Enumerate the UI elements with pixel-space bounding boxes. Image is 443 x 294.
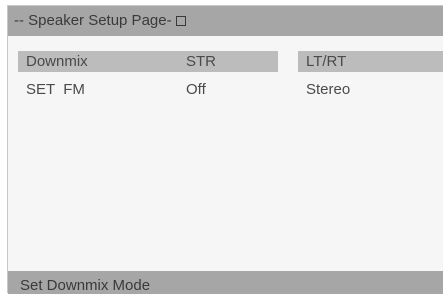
setting-value: Off: [186, 81, 206, 98]
square-icon: [175, 16, 186, 26]
setting-row-downmix[interactable]: Downmix STR: [18, 51, 278, 72]
page-title: -- Speaker Setup Page-: [14, 12, 172, 29]
status-text: Set Downmix Mode: [20, 277, 151, 294]
setting-value: STR: [186, 53, 216, 70]
page-title-bar: -- Speaker Setup Page-: [8, 6, 443, 36]
status-bar: Set Downmix Mode: [8, 271, 443, 294]
setting-label: Downmix: [26, 53, 88, 70]
option-stereo[interactable]: Stereo: [298, 79, 350, 100]
speaker-setup-screen: -- Speaker Setup Page- Downmix STR SET F…: [7, 5, 443, 294]
setting-label: SET FM: [26, 81, 85, 98]
option-lt-rt[interactable]: LT/RT: [298, 51, 443, 72]
